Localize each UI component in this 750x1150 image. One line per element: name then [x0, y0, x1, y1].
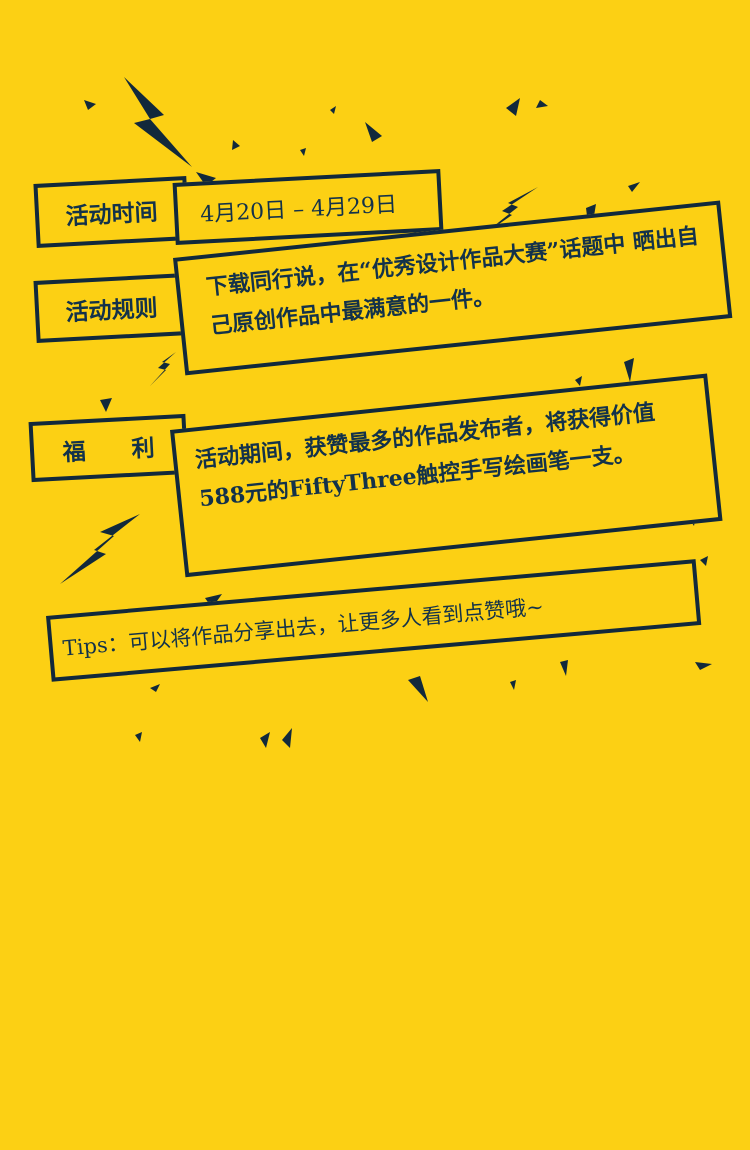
- benefit-label: 福 利: [28, 413, 189, 483]
- time-label: 活动时间: [33, 176, 190, 248]
- rules-label: 活动规则: [33, 273, 190, 343]
